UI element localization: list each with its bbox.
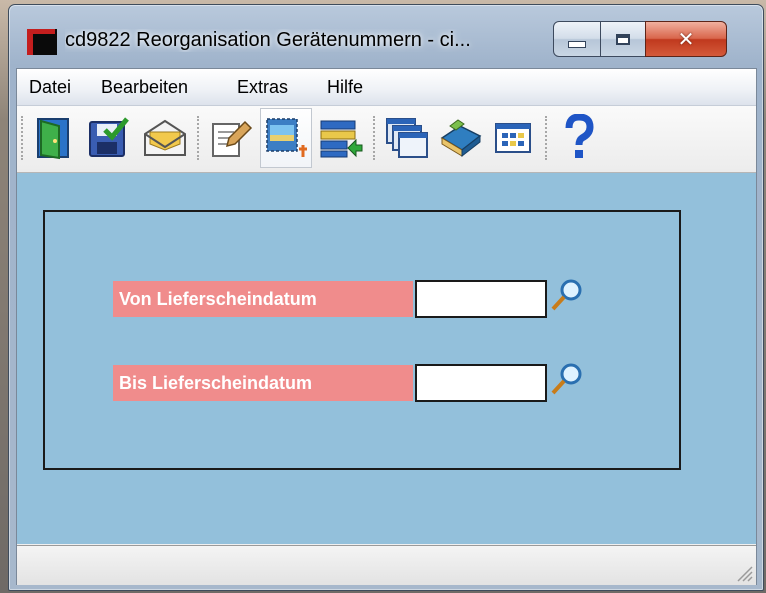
help-button[interactable] [553,108,605,168]
exit-button[interactable] [29,108,81,168]
edit-document-icon [212,120,253,157]
von-lieferscheindatum-label: Von Lieferscheindatum [113,281,413,317]
bis-lieferscheindatum-input[interactable] [415,364,547,402]
toolbar-separator [545,116,549,160]
window-title: cd9822 Reorganisation Gerätenummern - ci… [65,29,471,51]
book-icon [440,119,482,158]
envelope-icon [144,119,186,156]
windows-button[interactable] [381,108,433,168]
app-logo-icon[interactable] [27,29,57,55]
list-import-icon [320,120,363,158]
save-button[interactable] [83,108,135,168]
exit-door-icon [37,118,69,160]
bis-lieferscheindatum-label: Bis Lieferscheindatum [113,365,413,401]
toolbar [17,106,756,173]
new-record-icon [266,118,307,157]
grid-button[interactable] [487,108,539,168]
minimize-button[interactable] [553,21,601,57]
grid-window-icon [495,123,531,153]
client-area: Datei Bearbeiten Extras Hilfe Von Liefer… [16,68,757,585]
menu-bearbeiten[interactable]: Bearbeiten [101,77,188,98]
windows-stack-icon [386,118,428,158]
resize-grip-icon[interactable] [732,561,754,583]
bis-lookup-button[interactable] [549,362,585,398]
maximize-icon [616,33,630,45]
edit-button[interactable] [205,108,257,168]
filter-group-box [43,210,681,470]
save-check-icon [89,117,129,157]
von-lookup-button[interactable] [549,278,585,314]
close-icon: ✕ [677,27,695,51]
close-button[interactable]: ✕ [645,21,727,57]
app-window: cd9822 Reorganisation Gerätenummern - ci… [8,4,764,591]
maximize-button[interactable] [600,21,646,57]
book-button[interactable] [435,108,487,168]
mail-button[interactable] [139,108,191,168]
von-lieferscheindatum-input[interactable] [415,280,547,318]
minimize-icon [568,40,586,48]
import-list-button[interactable] [315,108,367,168]
toolbar-separator [373,116,377,160]
help-icon [565,114,594,158]
menu-datei[interactable]: Datei [29,77,71,98]
menu-extras[interactable]: Extras [237,77,288,98]
form-area: Von Lieferscheindatum Bis Lieferscheinda… [17,173,756,544]
status-bar [17,545,756,585]
new-record-button[interactable] [260,108,312,168]
toolbar-separator [197,116,201,160]
title-bar[interactable]: cd9822 Reorganisation Gerätenummern - ci… [9,5,763,65]
magnifier-icon [551,279,582,311]
toolbar-separator [21,116,25,160]
menu-bar: Datei Bearbeiten Extras Hilfe [17,69,756,106]
magnifier-icon [551,363,582,395]
menu-hilfe[interactable]: Hilfe [327,77,363,98]
